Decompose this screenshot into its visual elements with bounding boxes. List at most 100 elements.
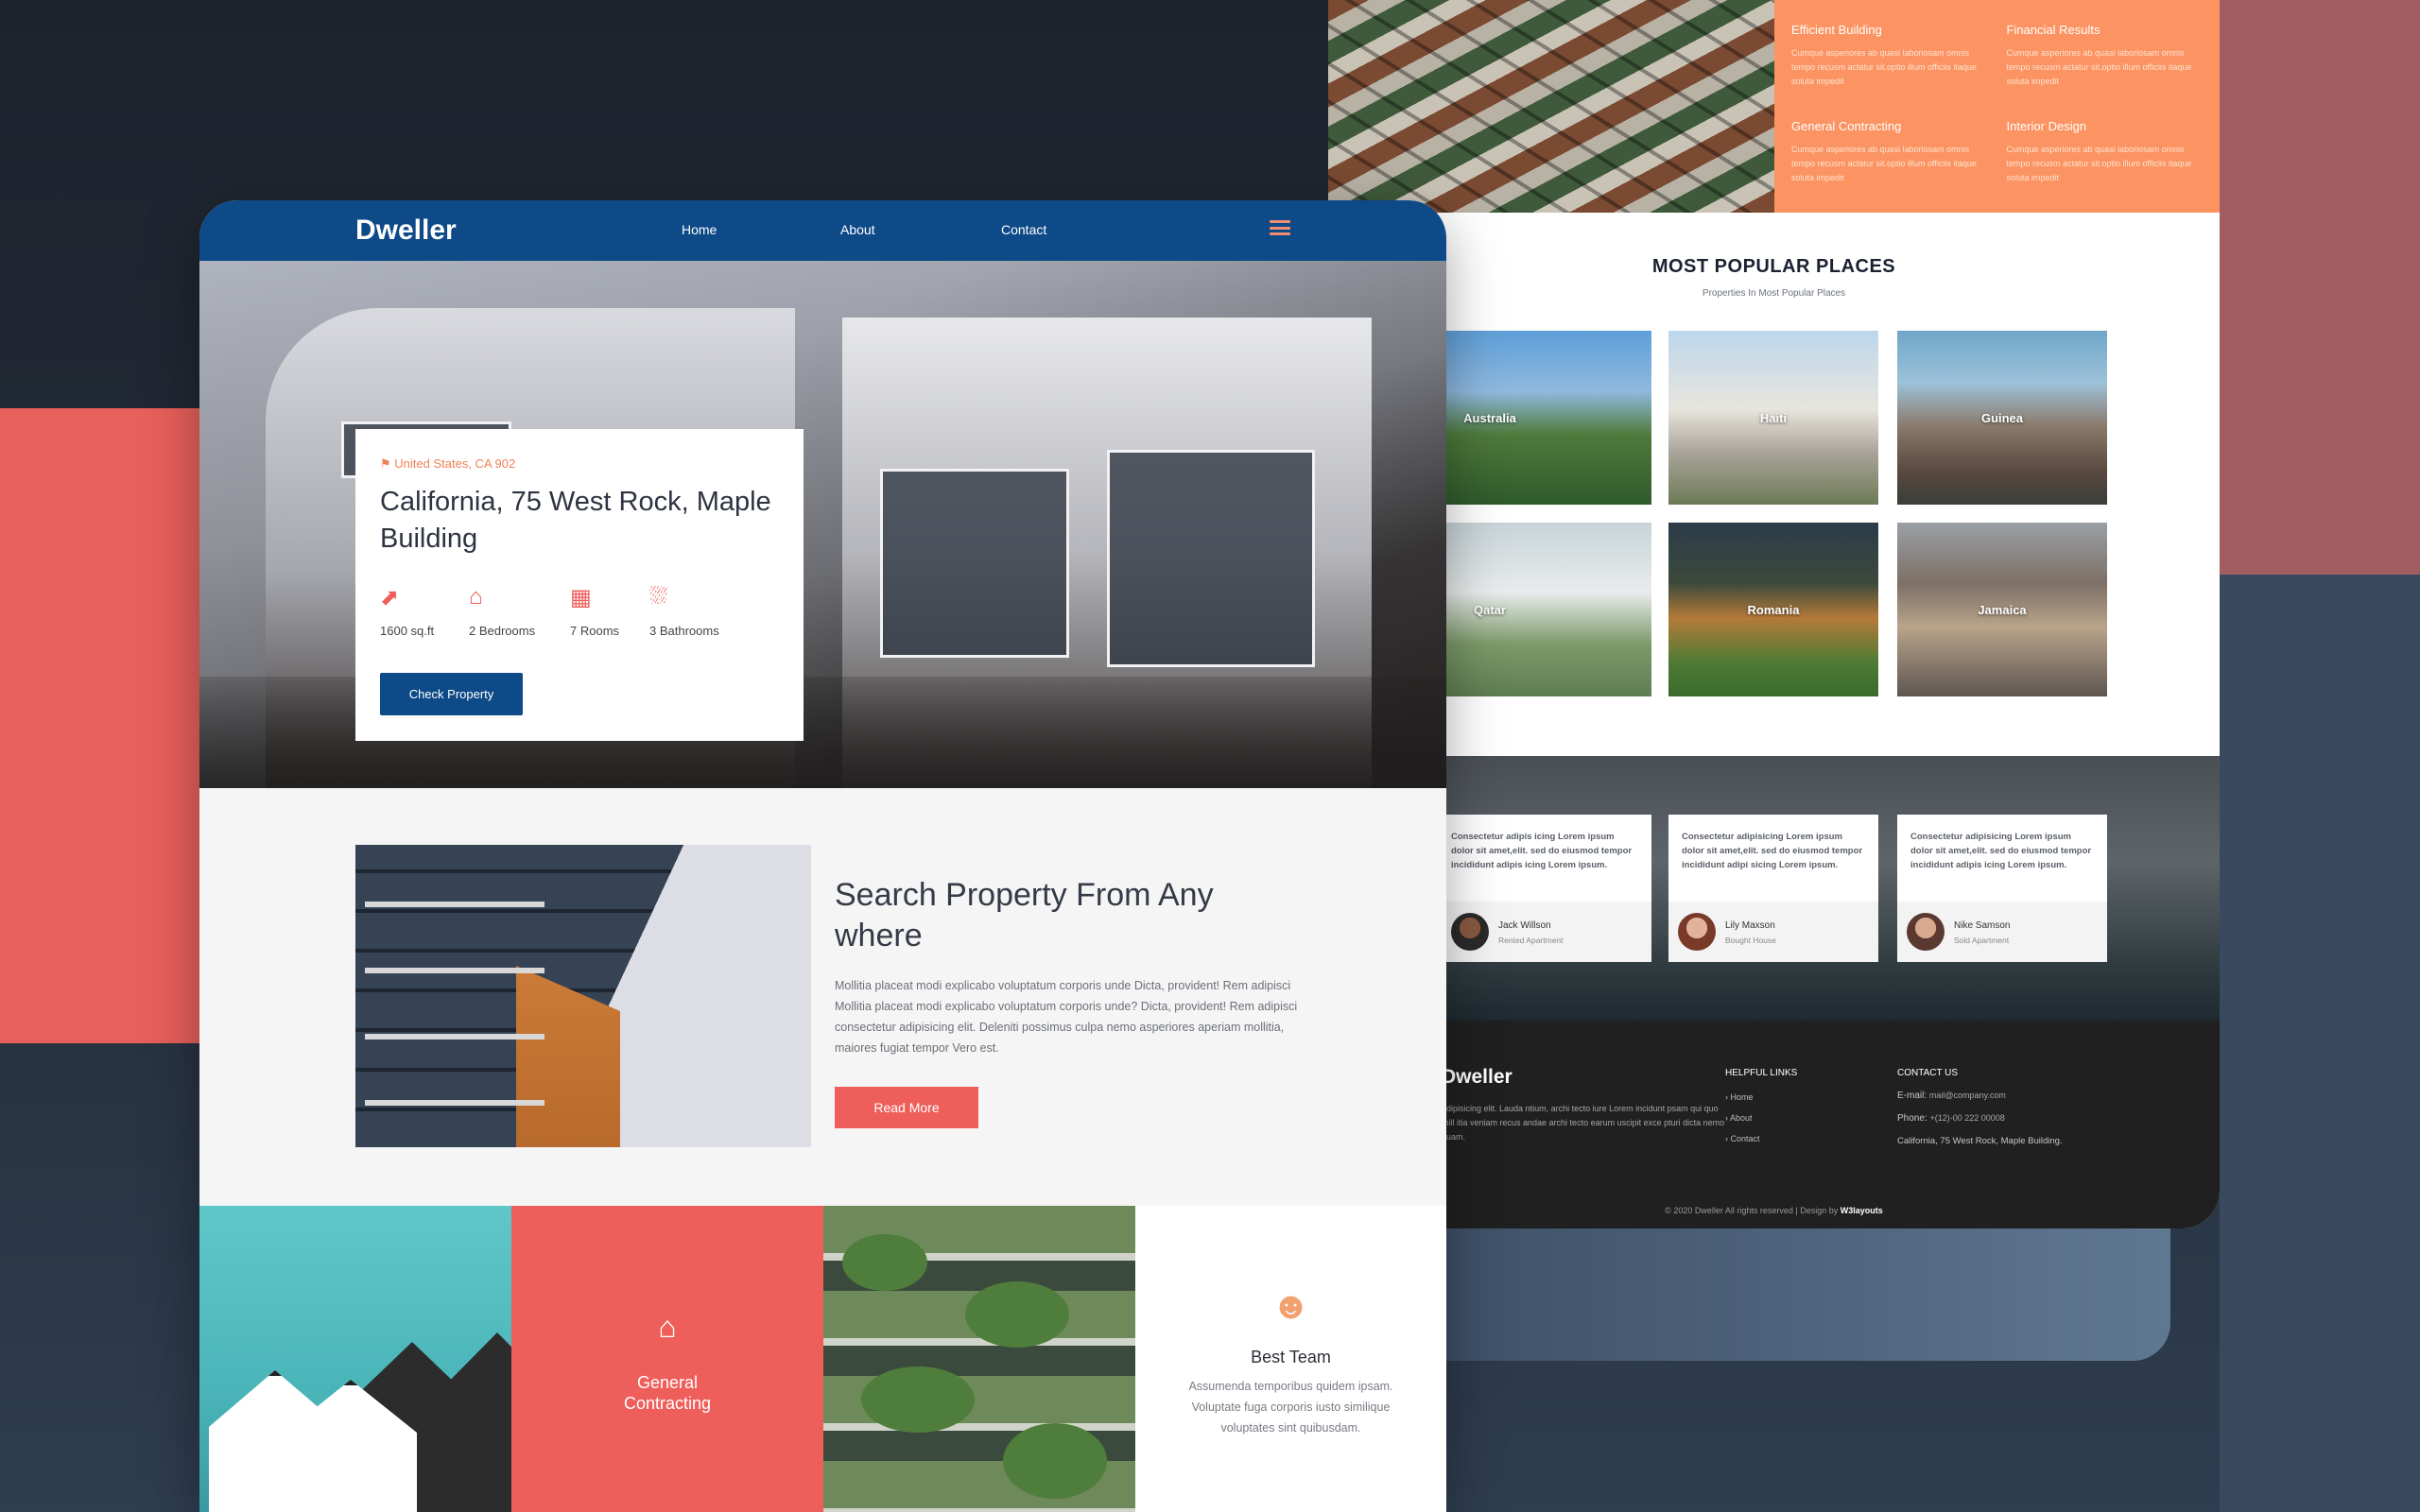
place-label: Jamaica bbox=[1978, 602, 2027, 617]
place-label: Haiti bbox=[1759, 410, 1788, 425]
contact-email: E-mail: mail@company.com bbox=[1897, 1091, 2006, 1101]
place-card-romania[interactable]: Romania bbox=[1668, 523, 1878, 696]
home-icon: ⌂ bbox=[469, 584, 483, 610]
footer-link-label: Contact bbox=[1730, 1134, 1760, 1143]
balcony-rail bbox=[365, 1034, 544, 1040]
nav-link-contact[interactable]: Contact bbox=[1001, 222, 1046, 237]
search-title: Search Property From Any where bbox=[835, 877, 1214, 954]
feature-title: Interior Design bbox=[2006, 118, 2087, 133]
footer: Dweller adipisicing elit. Lauda ntium, a… bbox=[1328, 1021, 2220, 1228]
property-location: ⚑ United States, CA 902 bbox=[380, 456, 515, 472]
feature-text: Cumque asperiores ab quasi laboriosam om… bbox=[2006, 144, 2192, 182]
footer-link-about[interactable]: › About bbox=[1725, 1113, 1753, 1123]
testimonial-role: Bought House bbox=[1725, 936, 1776, 945]
place-label: Romania bbox=[1747, 602, 1800, 617]
footer-description: adipisicing elit. Lauda ntium, archi tec… bbox=[1442, 1104, 1725, 1142]
place-label: Guinea bbox=[1980, 410, 2024, 425]
helpful-links-heading: HELPFUL LINKS bbox=[1725, 1068, 1798, 1078]
nav-link-about[interactable]: About bbox=[840, 222, 875, 237]
footer-logo[interactable]: Dweller bbox=[1442, 1066, 1512, 1089]
foliage bbox=[842, 1234, 927, 1291]
phone-value: +(12)-00 222 00008 bbox=[1929, 1113, 2005, 1123]
green-building-image-tile bbox=[823, 1206, 1135, 1512]
place-card-jamaica[interactable]: Jamaica bbox=[1897, 523, 2107, 696]
home-icon: ⌂ bbox=[658, 1310, 677, 1344]
place-card-guinea[interactable]: Guinea bbox=[1897, 331, 2107, 505]
stat-label: 3 Bathrooms bbox=[649, 624, 719, 638]
check-property-button[interactable]: Check Property bbox=[380, 673, 523, 715]
popular-subtitle: Properties In Most Popular Places bbox=[1702, 288, 1846, 299]
testimonial-name: Nike Samson bbox=[1954, 920, 2011, 931]
feature-item: General Contracting Cumque asperiores ab… bbox=[1791, 119, 1988, 191]
place-card-haiti[interactable]: Haiti bbox=[1668, 331, 1878, 505]
foliage bbox=[1003, 1423, 1107, 1499]
site-logo[interactable]: Dweller bbox=[355, 215, 457, 247]
email-label: E-mail: bbox=[1897, 1091, 1927, 1101]
property-stat-bathrooms: ⛆ 3 Bathrooms bbox=[649, 584, 753, 638]
testimonials-section: Consectetur adipis icing Lorem ipsum dol… bbox=[1328, 756, 2220, 1021]
contact-phone: Phone: +(12)-00 222 00008 bbox=[1897, 1113, 2005, 1124]
feature-text: Cumque asperiores ab quasi laboriosam om… bbox=[1791, 48, 1977, 86]
property-card: ⚑ United States, CA 902 California, 75 W… bbox=[355, 429, 804, 741]
read-more-button[interactable]: Read More bbox=[835, 1087, 978, 1128]
contact-address: California, 75 West Rock, Maple Building… bbox=[1897, 1136, 2063, 1146]
feature-item: Financial Results Cumque asperiores ab q… bbox=[2007, 23, 2204, 94]
stat-label: 2 Bedrooms bbox=[469, 624, 536, 638]
contact-heading: CONTACT US bbox=[1897, 1068, 1959, 1078]
balcony-rail bbox=[365, 902, 544, 907]
avatar bbox=[1451, 913, 1489, 951]
property-stat-bedrooms: ⌂ 2 Bedrooms bbox=[469, 584, 573, 638]
back-page-preview: Efficient Building Cumque asperiores ab … bbox=[1328, 0, 2220, 1228]
foliage bbox=[965, 1281, 1069, 1348]
email-value[interactable]: mail@company.com bbox=[1929, 1091, 2006, 1100]
features-grid: Efficient Building Cumque asperiores ab … bbox=[1774, 0, 2220, 213]
testimonial-quote: Consectetur adipisicing Lorem ipsum dolo… bbox=[1910, 832, 2092, 870]
phone-label: Phone: bbox=[1897, 1113, 1927, 1124]
best-team-title: Best Team bbox=[1251, 1348, 1331, 1366]
features-section: Efficient Building Cumque asperiores ab … bbox=[1328, 0, 2220, 213]
footer-link-contact[interactable]: › Contact bbox=[1725, 1134, 1760, 1143]
property-title: California, 75 West Rock, Maple Building bbox=[380, 487, 771, 554]
signpost-icon: ⚑ bbox=[380, 456, 391, 471]
nav-link-home[interactable]: Home bbox=[682, 222, 717, 237]
place-label: Qatar bbox=[1474, 602, 1506, 617]
best-team-tile: ☻ Best Team Assumenda temporibus quidem … bbox=[1135, 1206, 1446, 1512]
avatar bbox=[1678, 913, 1716, 951]
best-team-text: Assumenda temporibus quidem ipsam. Volup… bbox=[1188, 1380, 1393, 1435]
feature-title: General Contracting bbox=[1791, 118, 1902, 133]
houses-aerial-image bbox=[1328, 0, 1774, 213]
testimonial-quote: Consectetur adipisicing Lorem ipsum dolo… bbox=[1682, 832, 1863, 870]
testimonial-role: Sold Apartment bbox=[1954, 936, 2010, 945]
general-contracting-tile[interactable]: ⌂ General Contracting bbox=[511, 1206, 823, 1512]
shower-icon: ⛆ bbox=[649, 584, 668, 610]
testimonial-footer: Lily Maxson Bought House bbox=[1668, 902, 1878, 962]
designer-link[interactable]: W3layouts bbox=[1841, 1206, 1883, 1215]
roofs-image-tile bbox=[199, 1206, 568, 1512]
feature-text: Cumque asperiores ab quasi laboriosam om… bbox=[1791, 144, 1977, 182]
feature-text: Cumque asperiores ab quasi laboriosam om… bbox=[2006, 48, 2192, 86]
background-slate-block bbox=[2220, 575, 2420, 1512]
popular-title: MOST POPULAR PLACES bbox=[1651, 256, 1896, 277]
users-icon: ☻ bbox=[1270, 1285, 1311, 1327]
copyright: © 2020 Dweller All rights reserved | Des… bbox=[1328, 1206, 2220, 1215]
footer-link-home[interactable]: › Home bbox=[1725, 1092, 1754, 1102]
footer-link-label: Home bbox=[1730, 1092, 1754, 1102]
front-page-preview: Dweller Home About Contact ⚑ United Stat… bbox=[199, 200, 1446, 1512]
building-window bbox=[880, 469, 1069, 658]
balcony-rail bbox=[365, 968, 544, 973]
footer-link-label: About bbox=[1730, 1113, 1753, 1123]
place-label: Australia bbox=[1463, 410, 1516, 425]
popular-places-section: MOST POPULAR PLACES Properties In Most P… bbox=[1328, 213, 2220, 756]
feature-item: Interior Design Cumque asperiores ab qua… bbox=[2007, 119, 2204, 191]
feature-item: Efficient Building Cumque asperiores ab … bbox=[1791, 23, 1988, 94]
navbar: Dweller Home About Contact bbox=[199, 200, 1446, 261]
avatar bbox=[1907, 913, 1945, 951]
testimonial-card: Consectetur adipisicing Lorem ipsum dolo… bbox=[1668, 815, 1878, 962]
search-description: Mollitia placeat modi explicabo voluptat… bbox=[835, 979, 1298, 1055]
balcony-rail bbox=[365, 1100, 544, 1106]
feature-title: Efficient Building bbox=[1791, 23, 1882, 37]
hero-section: ⚑ United States, CA 902 California, 75 W… bbox=[199, 261, 1446, 788]
testimonial-name: Lily Maxson bbox=[1725, 920, 1775, 931]
menu-icon[interactable] bbox=[1270, 218, 1290, 237]
feature-title: Financial Results bbox=[2006, 23, 2100, 37]
